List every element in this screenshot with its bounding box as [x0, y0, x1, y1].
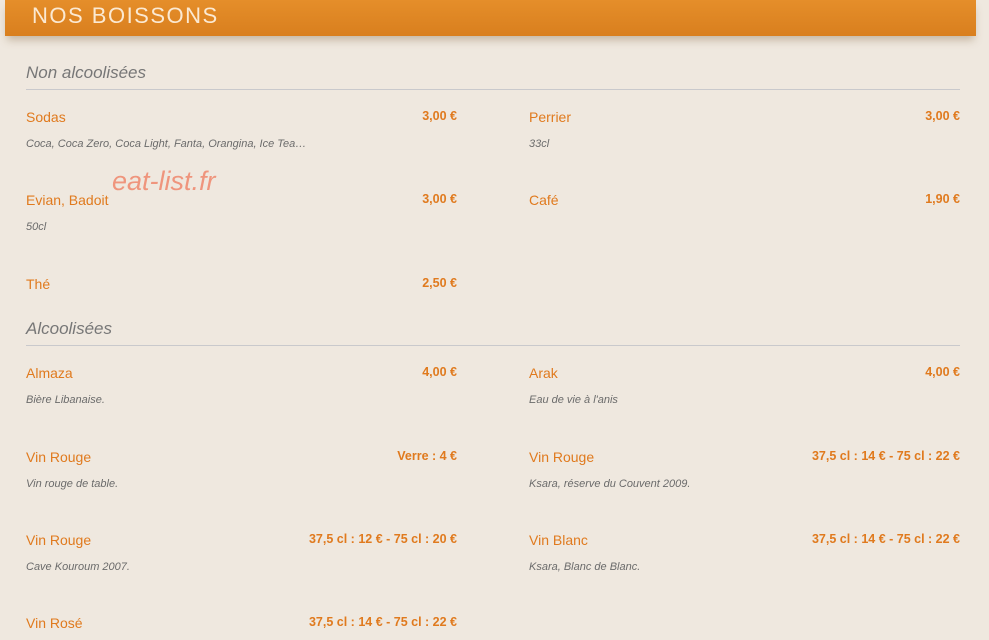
header-banner: NOS BOISSONS — [5, 0, 976, 36]
menu-item: Vin Rouge 37,5 cl : 12 € - 75 cl : 20 € … — [26, 532, 457, 602]
item-price: 2,50 € — [422, 276, 457, 290]
section-divider — [26, 345, 960, 346]
menu-item: Sodas 3,00 € Coca, Coca Zero, Coca Light… — [26, 109, 457, 179]
item-price: Verre : 4 € — [397, 449, 457, 463]
menu-item: Arak 4,00 € Eau de vie à l'anis — [529, 365, 960, 435]
item-name: Thé — [26, 276, 51, 292]
item-price: 4,00 € — [422, 365, 457, 379]
menu-item: Almaza 4,00 € Bière Libanaise. — [26, 365, 457, 435]
item-price: 37,5 cl : 12 € - 75 cl : 20 € — [308, 532, 457, 546]
menu-item: Evian, Badoit 3,00 € 50cl — [26, 192, 457, 262]
item-description: 33cl — [529, 138, 550, 150]
menu-item: Vin Rosé 37,5 cl : 14 € - 75 cl : 22 € — [26, 615, 457, 639]
watermark-text: eat-list.fr — [112, 166, 216, 196]
item-description: 50cl — [26, 221, 47, 233]
menu-item: Vin Rouge Verre : 4 € Vin rouge de table… — [26, 449, 457, 519]
item-name: Vin Rouge — [529, 449, 595, 465]
item-name: Arak — [529, 365, 558, 381]
item-name: Vin Rouge — [26, 449, 92, 465]
item-price: 37,5 cl : 14 € - 75 cl : 22 € — [811, 449, 960, 463]
section-title-non-alcoholic: Non alcoolisées — [26, 63, 147, 82]
item-name: Evian, Badoit — [26, 192, 109, 208]
item-name: Vin Rouge — [26, 532, 92, 548]
item-name: Café — [529, 192, 559, 208]
item-name: Almaza — [26, 365, 73, 381]
menu-item: Vin Blanc 37,5 cl : 14 € - 75 cl : 22 € … — [529, 532, 960, 602]
item-description: Vin rouge de table. — [26, 478, 119, 490]
item-description: Cave Kouroum 2007. — [26, 561, 130, 573]
item-description: Bière Libanaise. — [26, 394, 105, 406]
section-divider — [26, 89, 960, 90]
menu-item: Perrier 3,00 € 33cl — [529, 109, 960, 179]
item-description: Ksara, Blanc de Blanc. — [529, 561, 641, 573]
item-name: Vin Blanc — [529, 532, 588, 548]
item-name: Sodas — [26, 109, 66, 125]
item-price: 3,00 € — [422, 109, 457, 123]
item-price: 4,00 € — [925, 365, 960, 379]
menu-item: Vin Rouge 37,5 cl : 14 € - 75 cl : 22 € … — [529, 449, 960, 519]
page-title: NOS BOISSONS — [32, 3, 219, 28]
item-name: Perrier — [529, 109, 572, 125]
item-price: 3,00 € — [925, 109, 960, 123]
section-title-alcoholic: Alcoolisées — [26, 319, 112, 338]
item-price: 3,00 € — [422, 192, 457, 206]
item-price: 1,90 € — [925, 192, 960, 206]
item-name: Vin Rosé — [26, 615, 83, 631]
item-price: 37,5 cl : 14 € - 75 cl : 22 € — [811, 532, 960, 546]
item-description: Eau de vie à l'anis — [529, 394, 618, 406]
item-description: Ksara, réserve du Couvent 2009. — [529, 478, 691, 490]
item-price: 37,5 cl : 14 € - 75 cl : 22 € — [308, 615, 457, 629]
item-description: Coca, Coca Zero, Coca Light, Fanta, Oran… — [26, 138, 307, 150]
menu-item: Café 1,90 € — [529, 192, 960, 262]
